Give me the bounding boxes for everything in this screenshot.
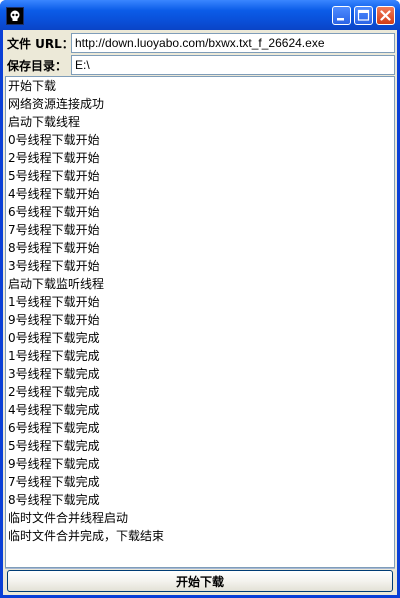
app-window: 文件 URL： 保存目录： 开始下载网络资源连接成功启动下载线程0号线程下载开始… (0, 0, 400, 598)
skull-icon (6, 7, 24, 25)
log-textarea[interactable]: 开始下载网络资源连接成功 启动下载线程 0号线程下载开始 2号线程下载开始 5号线程下载… (5, 76, 395, 568)
log-line: 网络资源连接成功 (8, 97, 105, 111)
divider (5, 568, 395, 569)
log-line: 5号线程下载开始 (8, 169, 100, 183)
close-icon (380, 10, 391, 21)
log-line: 6号线程下载开始 (8, 205, 100, 219)
log-line: 3号线程下载完成 (8, 367, 100, 381)
log-line: 8号线程下载开始 (8, 241, 100, 255)
log-line: 1号线程下载开始 (8, 295, 100, 309)
close-button[interactable] (376, 6, 395, 25)
log-line: 4号线程下载开始 (8, 187, 100, 201)
maximize-icon (357, 9, 370, 21)
save-dir-row: 保存目录： (3, 54, 397, 76)
log-line: 启动下载线程 (8, 115, 81, 129)
log-line: 1号线程下载完成 (8, 349, 100, 363)
log-line: 9号线程下载开始 (8, 313, 100, 327)
log-line: 临时文件合并线程启动 (8, 511, 129, 525)
log-line: 7号线程下载完成 (8, 475, 100, 489)
log-line: 6号线程下载完成 (8, 421, 100, 435)
log-line: 0号线程下载完成 (8, 331, 100, 345)
save-dir-input[interactable] (71, 55, 395, 75)
log-line: 8号线程下载完成 (8, 493, 100, 507)
start-download-button[interactable]: 开始下载 (7, 570, 393, 592)
log-line: 2号线程下载开始 (8, 151, 100, 165)
minimize-button[interactable] (332, 6, 351, 25)
maximize-button[interactable] (354, 6, 373, 25)
url-input[interactable] (71, 33, 395, 53)
log-line: 4号线程下载完成 (8, 403, 100, 417)
log-line: 开始下载 (8, 79, 57, 93)
log-line: 5号线程下载完成 (8, 439, 100, 453)
title-bar[interactable] (0, 0, 400, 30)
log-line: 0号线程下载开始 (8, 133, 100, 147)
log-line: 临时文件合并完成，下载结束 (8, 529, 165, 543)
log-line: 3号线程下载开始 (8, 259, 100, 273)
window-content: 文件 URL： 保存目录： 开始下载网络资源连接成功启动下载线程0号线程下载开始… (3, 30, 397, 595)
log-line: 7号线程下载开始 (8, 223, 100, 237)
log-line: 2号线程下载完成 (8, 385, 100, 399)
url-label: 文件 URL： (7, 37, 74, 51)
url-row: 文件 URL： (3, 32, 397, 54)
save-dir-label: 保存目录： (7, 59, 68, 73)
minimize-icon (337, 18, 344, 21)
log-line: 9号线程下载完成 (8, 457, 100, 471)
log-line: 启动下载监听线程 (8, 277, 105, 291)
